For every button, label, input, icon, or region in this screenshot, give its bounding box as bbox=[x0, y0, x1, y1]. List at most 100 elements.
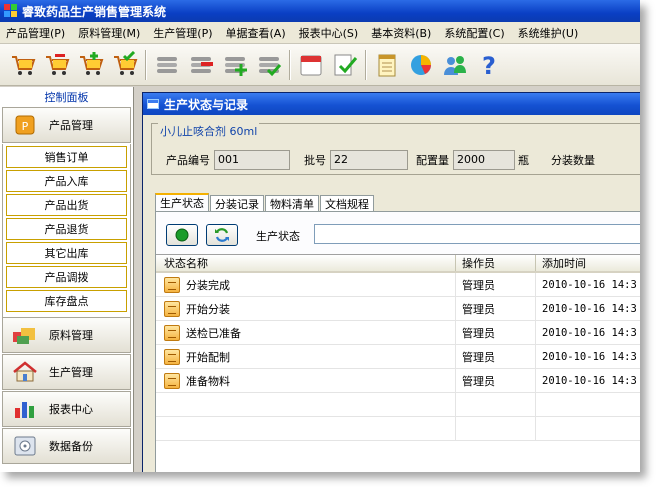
list-remove-icon[interactable] bbox=[184, 47, 218, 83]
sidebar-item-stocktake[interactable]: 库存盘点 bbox=[6, 290, 127, 312]
app-icon bbox=[4, 4, 18, 18]
task-check-icon[interactable] bbox=[328, 47, 362, 83]
toolbar: ? bbox=[0, 44, 640, 86]
batch-field[interactable]: 22 bbox=[330, 150, 408, 170]
product-code-label: 产品编号 bbox=[166, 154, 210, 167]
notepad-icon[interactable] bbox=[370, 47, 404, 83]
status-record-icon bbox=[164, 276, 180, 293]
control-panel: 控制面板 P 产品管理 销售订单 产品入库 产品出货 产品退货 其它出库 产品调… bbox=[0, 87, 134, 472]
column-added-time[interactable]: 添加时间 bbox=[536, 255, 640, 271]
list-add-icon[interactable] bbox=[218, 47, 252, 83]
added-time: 2010-10-16 14:3 bbox=[536, 345, 640, 368]
sidebar-group-material[interactable]: 原料管理 bbox=[2, 317, 131, 353]
sidebar-group-label: 生产管理 bbox=[49, 366, 93, 379]
menu-product[interactable]: 产品管理(P) bbox=[0, 25, 72, 41]
menu-production[interactable]: 生产管理(P) bbox=[147, 25, 219, 41]
added-time: 2010-10-16 14:3 bbox=[536, 273, 640, 296]
tab-packing-records[interactable]: 分装记录 bbox=[210, 195, 264, 211]
refresh-button[interactable] bbox=[206, 224, 238, 246]
menu-reports[interactable]: 报表中心(S) bbox=[293, 25, 366, 41]
list-check-icon[interactable] bbox=[252, 47, 286, 83]
status-name: 送检已准备 bbox=[186, 326, 241, 340]
status-name: 准备物料 bbox=[186, 374, 230, 388]
cart-add-icon[interactable] bbox=[74, 47, 108, 83]
sidebar-group-label: 原料管理 bbox=[49, 329, 93, 342]
material-icon bbox=[11, 323, 39, 347]
tab-production-status[interactable]: 生产状态 bbox=[155, 193, 209, 211]
added-time: 2010-10-16 14:3 bbox=[536, 369, 640, 392]
menu-material[interactable]: 原料管理(M) bbox=[72, 25, 147, 41]
svg-text:P: P bbox=[22, 120, 29, 133]
status-input[interactable] bbox=[314, 224, 640, 244]
sidebar-group-production[interactable]: 生产管理 bbox=[2, 354, 131, 390]
green-circle-icon bbox=[175, 228, 189, 242]
status-name: 开始分装 bbox=[186, 302, 230, 316]
product-box-icon: P bbox=[11, 113, 39, 137]
status-record-icon bbox=[164, 300, 180, 317]
window-icon bbox=[147, 99, 159, 109]
status-name: 分装完成 bbox=[186, 278, 230, 292]
app-window: 睿致药品生产销售管理系统 产品管理(P) 原料管理(M) 生产管理(P) 单据查… bbox=[0, 0, 640, 472]
pie-chart-icon[interactable] bbox=[404, 47, 438, 83]
menu-basic-data[interactable]: 基本资料(B) bbox=[365, 25, 438, 41]
help-icon[interactable]: ? bbox=[472, 47, 506, 83]
pack-quantity-label: 分装数量 bbox=[551, 154, 595, 167]
product-info-group: 小儿止咳合剂 60ml 产品编号 001 批号 22 配置量 2000 瓶 分装… bbox=[151, 123, 640, 175]
cart-check-icon[interactable] bbox=[108, 47, 142, 83]
table-row[interactable]: 开始配制 管理员 2010-10-16 14:3 bbox=[156, 345, 640, 369]
table-row[interactable]: 分装完成 管理员 2010-10-16 14:3 bbox=[156, 273, 640, 297]
list-icon[interactable] bbox=[150, 47, 184, 83]
operator: 管理员 bbox=[456, 273, 536, 296]
sidebar-item-other-outbound[interactable]: 其它出库 bbox=[6, 242, 127, 264]
svg-text:?: ? bbox=[482, 52, 496, 79]
tab-document-procedures[interactable]: 文档规程 bbox=[320, 195, 374, 211]
operator: 管理员 bbox=[456, 369, 536, 392]
toolbar-separator bbox=[365, 49, 367, 80]
menu-config[interactable]: 系统配置(C) bbox=[438, 25, 511, 41]
sidebar-group-label: 数据备份 bbox=[49, 440, 93, 453]
tab-strip: 生产状态 分装记录 物料清单 文档规程 bbox=[155, 193, 375, 211]
sidebar-group-reports[interactable]: 报表中心 bbox=[2, 391, 131, 427]
column-operator[interactable]: 操作员 bbox=[456, 255, 536, 271]
sidebar-group-product[interactable]: P 产品管理 bbox=[2, 107, 131, 143]
production-status-panel: 生产状态 状态名称 操作员 添加时间 分装完成 管理员 2010-10-16 1… bbox=[155, 211, 640, 472]
control-panel-title: 控制面板 bbox=[0, 87, 133, 107]
table-row[interactable]: 开始分装 管理员 2010-10-16 14:3 bbox=[156, 297, 640, 321]
product-fields-row: 产品编号 001 批号 22 配置量 2000 瓶 分装数量 bbox=[152, 150, 595, 170]
product-code-field[interactable]: 001 bbox=[214, 150, 290, 170]
quantity-field[interactable]: 2000 bbox=[453, 150, 515, 170]
inner-window-title-bar: 生产状态与记录 bbox=[143, 93, 640, 115]
table-row[interactable]: 准备物料 管理员 2010-10-16 14:3 bbox=[156, 369, 640, 393]
toolbar-separator bbox=[145, 49, 147, 80]
cart-icon[interactable] bbox=[6, 47, 40, 83]
status-name: 开始配制 bbox=[186, 350, 230, 364]
operator: 管理员 bbox=[456, 345, 536, 368]
sidebar-item-product-inbound[interactable]: 产品入库 bbox=[6, 170, 127, 192]
sidebar-item-product-shipment[interactable]: 产品出货 bbox=[6, 194, 127, 216]
product-name: 小儿止咳合剂 60ml bbox=[158, 123, 260, 139]
product-submenu: 销售订单 产品入库 产品出货 产品退货 其它出库 产品调拨 库存盘点 bbox=[2, 144, 131, 317]
sidebar-item-sales-order[interactable]: 销售订单 bbox=[6, 146, 127, 168]
sidebar-item-product-transfer[interactable]: 产品调拨 bbox=[6, 266, 127, 288]
table-row[interactable]: 送检已准备 管理员 2010-10-16 14:3 bbox=[156, 321, 640, 345]
toolbar-separator bbox=[289, 49, 291, 80]
production-status-window: 生产状态与记录 小儿止咳合剂 60ml 产品编号 001 批号 22 配置量 2… bbox=[142, 92, 640, 472]
menu-maintenance[interactable]: 系统维护(U) bbox=[512, 25, 586, 41]
title-bar: 睿致药品生产销售管理系统 bbox=[0, 0, 640, 22]
table-header: 状态名称 操作员 添加时间 bbox=[156, 255, 640, 273]
add-status-button[interactable] bbox=[166, 224, 198, 246]
added-time: 2010-10-16 14:3 bbox=[536, 321, 640, 344]
tab-bill-of-materials[interactable]: 物料清单 bbox=[265, 195, 319, 211]
status-record-icon bbox=[164, 348, 180, 365]
users-icon[interactable] bbox=[438, 47, 472, 83]
sidebar-group-backup[interactable]: 数据备份 bbox=[2, 428, 131, 464]
cart-remove-icon[interactable] bbox=[40, 47, 74, 83]
column-status-name[interactable]: 状态名称 bbox=[156, 255, 456, 271]
status-record-icon bbox=[164, 372, 180, 389]
table-row-empty bbox=[156, 417, 640, 441]
sidebar-item-product-return[interactable]: 产品退货 bbox=[6, 218, 127, 240]
added-time: 2010-10-16 14:3 bbox=[536, 297, 640, 320]
calendar-icon[interactable] bbox=[294, 47, 328, 83]
refresh-icon bbox=[215, 228, 229, 242]
menu-documents[interactable]: 单据查看(A) bbox=[220, 25, 293, 41]
